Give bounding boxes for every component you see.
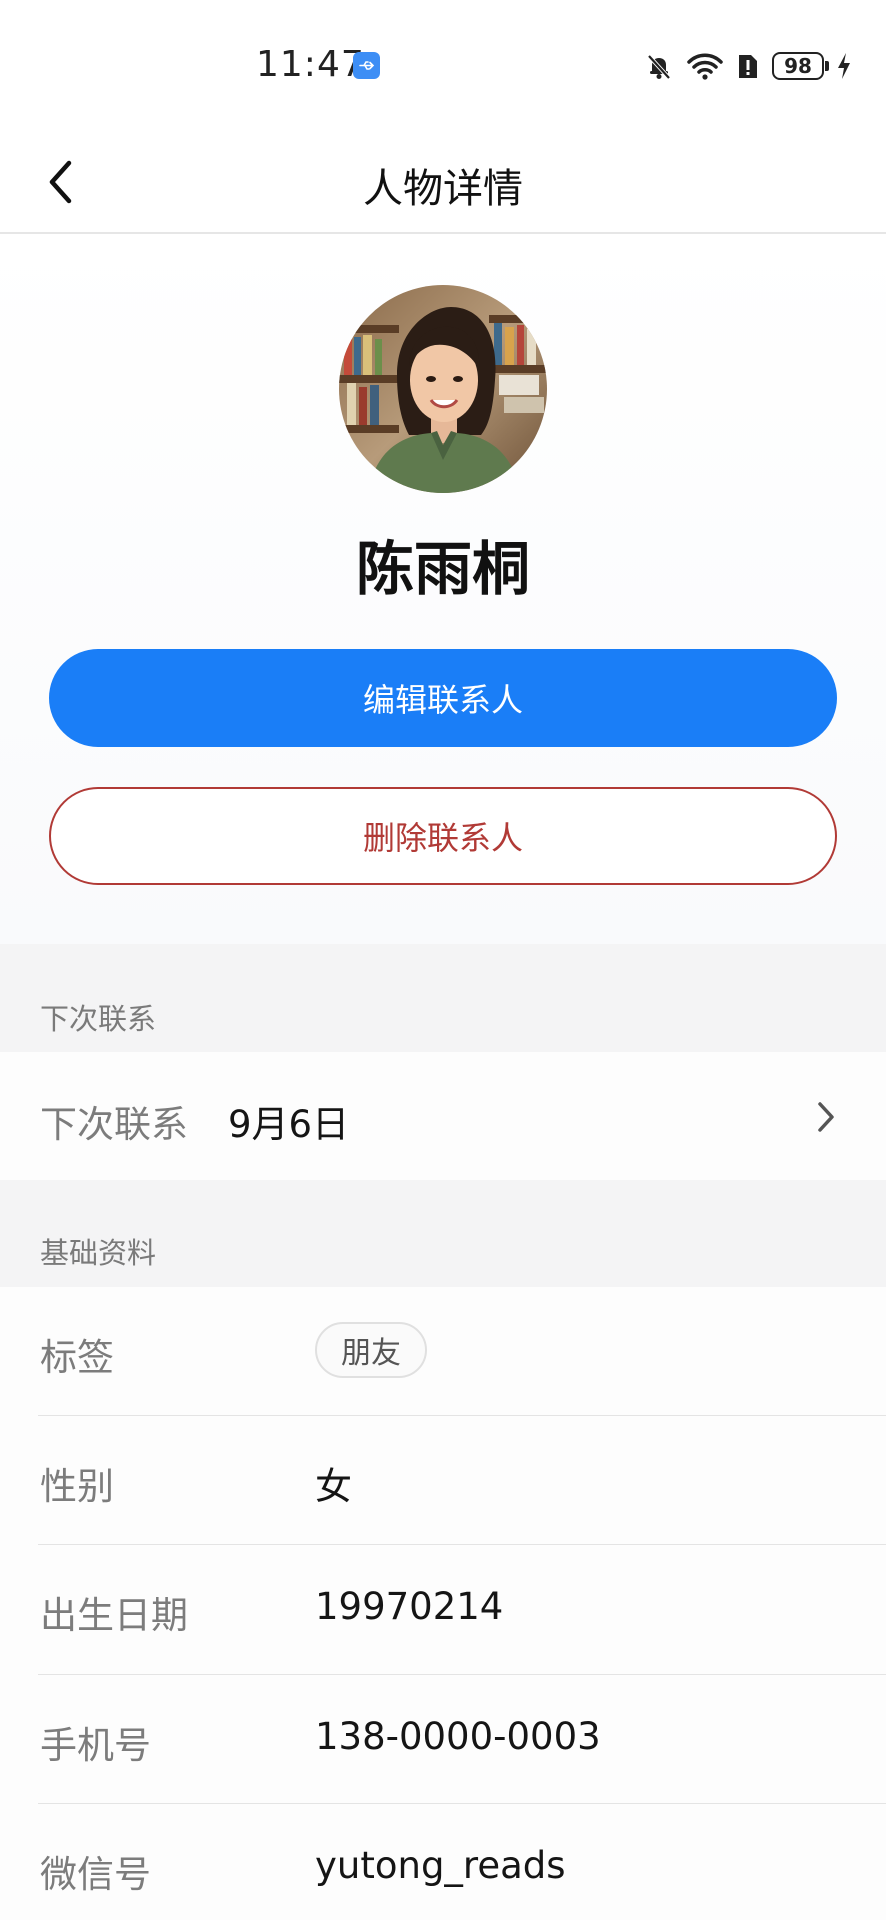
edit-contact-button[interactable]: 编辑联系人	[49, 649, 837, 747]
status-time: 11:47	[256, 44, 365, 85]
status-icons: 98	[644, 48, 852, 84]
section-title: 基础资料	[40, 1236, 157, 1270]
battery-icon: 98	[772, 52, 829, 80]
info-row-phone: 手机号 138-0000-0003	[0, 1675, 886, 1804]
contact-name: 陈雨桐	[355, 535, 530, 603]
info-label: 性别	[40, 1465, 114, 1508]
info-value: 19970214	[315, 1585, 504, 1628]
section-title: 下次联系	[40, 1002, 157, 1036]
info-row-wechat: 微信号 yutong_reads	[0, 1804, 886, 1920]
status-bar: 11:47 98	[0, 0, 886, 130]
info-value: yutong_reads	[315, 1844, 566, 1887]
sim-alert-icon	[739, 55, 757, 78]
section-header-basic-info: 基础资料	[0, 1180, 886, 1287]
delete-contact-button[interactable]: 删除联系人	[49, 787, 837, 885]
info-value: 138-0000-0003	[315, 1715, 601, 1758]
info-row-tag: 标签 朋友	[0, 1287, 886, 1416]
next-contact-row[interactable]: 下次联系 9月6日	[0, 1052, 886, 1180]
section-header-next-contact: 下次联系	[0, 944, 886, 1052]
avatar	[339, 285, 547, 493]
info-label: 手机号	[40, 1724, 151, 1767]
next-contact-value: 9月6日	[228, 1103, 350, 1146]
info-row-birthday: 出生日期 19970214	[0, 1545, 886, 1675]
info-label: 标签	[40, 1336, 114, 1379]
charging-icon	[838, 53, 850, 79]
info-label: 微信号	[40, 1853, 151, 1896]
nav-bar: 人物详情	[0, 130, 886, 234]
next-contact-label: 下次联系	[40, 1103, 188, 1146]
profile-header: 陈雨桐 编辑联系人 删除联系人	[0, 234, 886, 944]
info-row-gender: 性别 女	[0, 1416, 886, 1545]
contact-detail-page: 11:47 98 人物详情 陈雨桐 编辑联系人 删除联系人 下次联系 下次联系 …	[0, 0, 886, 1920]
wifi-icon	[687, 53, 723, 80]
chevron-right-icon	[818, 1102, 834, 1132]
info-value: 女	[315, 1465, 352, 1508]
mute-bell-icon	[647, 54, 671, 80]
usb-icon	[353, 52, 380, 79]
tag-chip: 朋友	[315, 1322, 427, 1378]
info-label: 出生日期	[40, 1594, 188, 1637]
page-title: 人物详情	[363, 166, 523, 212]
